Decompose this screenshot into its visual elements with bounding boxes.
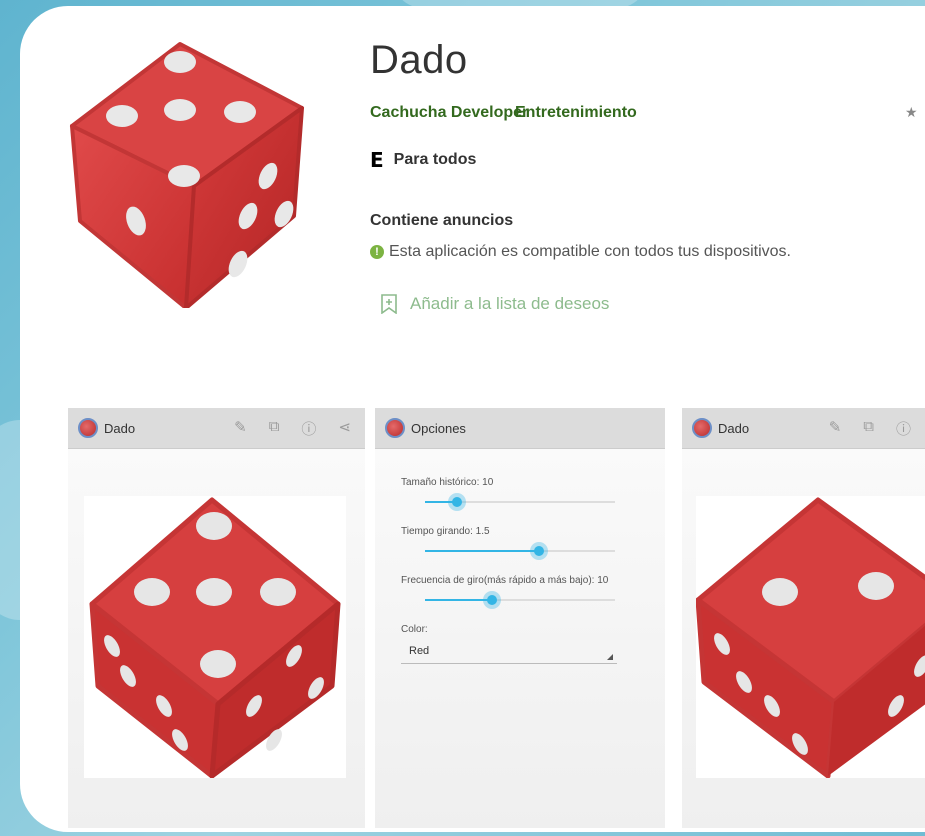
compatibility-text: Esta aplicación es compatible con todos … [389, 243, 791, 260]
wishlist-label: Añadir a la lista de deseos [410, 294, 610, 313]
spin-time-slider[interactable] [401, 541, 639, 561]
color-select[interactable]: Red [401, 639, 617, 664]
slider-knob[interactable] [482, 591, 501, 609]
app-title: Dado [370, 38, 468, 82]
setting-label: Tiempo girando: 1.5 [401, 526, 490, 537]
wrench-icon: ✎ [828, 418, 842, 436]
history-icon: ⧉ [863, 417, 874, 435]
dice-view [695, 496, 925, 779]
toolbar-icons: ✎ ⧉ ⓘ [829, 418, 925, 439]
category-link[interactable]: Entretenimiento [515, 104, 637, 122]
developer-link[interactable]: Cachucha Developer [370, 104, 528, 122]
dice-image [695, 497, 925, 779]
contains-ads-label: Contiene anuncios [370, 212, 514, 229]
info-icon: ⓘ [301, 420, 317, 438]
compatibility-note: ! Esta aplicación es compatible con todo… [370, 243, 791, 261]
app-bar: Opciones [375, 408, 665, 449]
dice-image [89, 497, 341, 779]
screenshot-1[interactable]: Dado ✎ ⧉ ⓘ ⋖ [68, 408, 365, 828]
content-rating: E Para todos [370, 148, 476, 172]
screenshot-2[interactable]: Opciones Tamaño histórico: 10 Tiempo gir… [375, 408, 665, 828]
app-logo-icon [692, 418, 712, 438]
slider-fill [425, 599, 492, 601]
screenshot-3[interactable]: Dado ✎ ⧉ ⓘ [682, 408, 925, 828]
app-bar-title: Dado [718, 420, 750, 436]
setting-label: Frecuencia de giro(más rápido a más bajo… [401, 575, 609, 586]
dice-view [84, 496, 346, 779]
toolbar-icons: ✎ ⧉ ⓘ ⋖ [234, 418, 365, 439]
app-icon [62, 36, 312, 310]
app-bar: Dado ✎ ⧉ ⓘ ⋖ [68, 408, 365, 449]
app-bar: Dado ✎ ⧉ ⓘ [682, 408, 925, 449]
spin-frequency-slider[interactable] [401, 590, 639, 610]
dice-icon [70, 42, 304, 310]
app-bar-title: Opciones [411, 420, 466, 436]
wishlist-button[interactable]: Añadir a la lista de deseos [380, 294, 609, 314]
bookmark-add-icon [381, 294, 397, 314]
app-bar-title: Dado [104, 420, 136, 436]
setting-label: Tamaño histórico: 10 [401, 477, 494, 488]
slider-fill [425, 550, 539, 552]
slider-knob[interactable] [530, 542, 548, 560]
color-label: Color: [401, 624, 428, 635]
wrench-icon: ✎ [234, 418, 247, 436]
settings-panel: Tamaño histórico: 10 Tiempo girando: 1.5… [375, 449, 665, 684]
app-logo-icon [78, 418, 98, 438]
info-icon: ! [370, 245, 384, 259]
info-icon: ⓘ [895, 420, 911, 438]
share-icon: ⋖ [338, 418, 351, 436]
slider-knob[interactable] [448, 493, 467, 511]
app-card: Dado Cachucha Developer Entretenimiento … [20, 6, 925, 832]
star-icon: ★ [905, 104, 918, 120]
content-rating-label: Para todos [393, 151, 477, 168]
history-size-slider[interactable] [401, 492, 639, 512]
app-logo-icon [385, 418, 405, 438]
esrb-e-icon: E [370, 148, 384, 172]
history-icon: ⧉ [268, 417, 280, 435]
